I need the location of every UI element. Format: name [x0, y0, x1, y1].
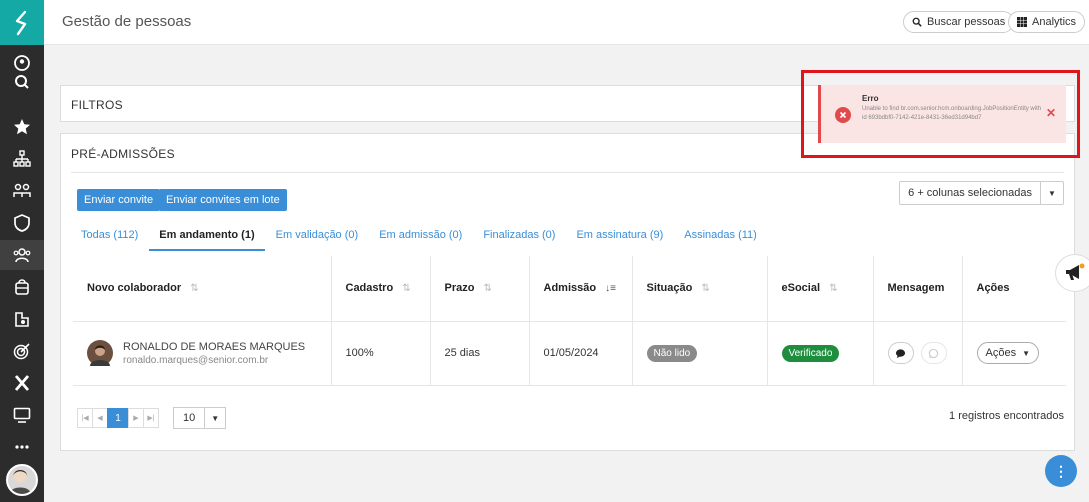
shield-icon[interactable] [0, 208, 44, 238]
prazo-cell: 25 dias [430, 321, 530, 386]
page-number[interactable]: 1 [107, 408, 129, 428]
tab-em-assinatura[interactable]: Em assinatura (9) [576, 229, 663, 251]
tab-em-validacao[interactable]: Em validação (0) [276, 229, 359, 251]
sort-icon[interactable]: ⇅ [402, 283, 410, 294]
col-cadastro[interactable]: Cadastro ⇅ [331, 256, 431, 322]
analytics-button[interactable]: Analytics [1008, 11, 1086, 33]
caret-down-icon: ▼ [1048, 188, 1056, 198]
star-icon[interactable] [0, 112, 44, 142]
sort-icon[interactable]: ⇅ [190, 283, 198, 294]
more-actions-fab[interactable]: ⋮ [1045, 455, 1077, 487]
person-name[interactable]: RONALDO DE MORAES MARQUES [123, 341, 305, 353]
status-tabs: Todas (112) Em andamento (1) Em validaçã… [81, 229, 778, 251]
page-title: Gestão de pessoas [62, 13, 192, 30]
acoes-label: Ações [985, 347, 1017, 359]
sort-desc-icon[interactable]: ↓≡ [605, 283, 616, 294]
filters-title: FILTROS [71, 98, 123, 112]
sort-icon[interactable]: ⇅ [484, 283, 492, 294]
whatsapp-button[interactable] [920, 342, 947, 364]
toast-message: Unable to find br.com.senior.hcm.onboard… [862, 106, 1042, 121]
tab-assinadas[interactable]: Assinadas (11) [684, 229, 757, 251]
search-icon [912, 17, 922, 27]
divider [71, 172, 1064, 173]
send-batch-invites-button[interactable]: Enviar convites em lote [159, 189, 287, 211]
tab-todas[interactable]: Todas (112) [81, 229, 138, 251]
app-logo[interactable] [0, 0, 44, 45]
col-acoes: Ações [962, 256, 1066, 322]
more-icon[interactable] [0, 432, 44, 462]
col-mensagem: Mensagem [873, 256, 963, 322]
error-icon [835, 107, 851, 123]
feedback-button[interactable] [1055, 254, 1089, 292]
search-people-label: Buscar pessoas [927, 16, 1006, 28]
tab-em-admissao[interactable]: Em admissão (0) [379, 229, 462, 251]
per-page-select[interactable]: 10 ▼ [173, 407, 227, 429]
people-management-icon[interactable] [0, 240, 44, 270]
caret-down-icon: ▼ [1022, 348, 1030, 358]
error-toast: Erro Unable to find br.com.senior.hcm.on… [818, 85, 1066, 143]
next-page-icon[interactable]: ▶ [128, 408, 144, 428]
esocial-badge: Verificado [781, 344, 840, 362]
col-esocial[interactable]: eSocial ⇅ [767, 256, 874, 322]
org-chart-icon[interactable] [0, 144, 44, 174]
pre-admissions-title: PRÉ-ADMISSÕES [71, 147, 175, 161]
pre-admissions-table: Novo colaborador ⇅ Cadastro ⇅ Prazo ⇅ Ad… [73, 256, 1066, 386]
grid-icon [1017, 17, 1027, 27]
prev-page-icon[interactable]: ◀ [92, 408, 108, 428]
chat-message-button[interactable] [887, 342, 914, 364]
sort-icon[interactable]: ⇅ [701, 283, 709, 294]
monitor-icon[interactable] [0, 400, 44, 430]
clipboard-user-icon[interactable] [0, 304, 44, 334]
vertical-dots-icon: ⋮ [1054, 462, 1068, 479]
person-cell: RONALDO DE MORAES MARQUES ronaldo.marque… [87, 340, 331, 366]
whatsapp-icon [928, 348, 939, 358]
pagination: |◀ ◀ 1 ▶ ▶| 10 ▼ [77, 407, 227, 429]
columns-select[interactable]: 6 + colunas selecionadas ▼ [899, 181, 1064, 205]
chat-icon [895, 348, 906, 358]
search-icon[interactable] [0, 75, 44, 100]
logo-icon [15, 10, 27, 35]
per-page-value: 10 [174, 408, 206, 428]
user-avatar[interactable] [6, 464, 38, 496]
sort-icon[interactable]: ⇅ [829, 283, 837, 294]
situacao-badge: Não lido [646, 344, 698, 362]
table-header-row: Novo colaborador ⇅ Cadastro ⇅ Prazo ⇅ Ad… [73, 256, 1066, 322]
bag-icon[interactable] [0, 272, 44, 302]
search-people-button[interactable]: Buscar pessoas [903, 11, 1015, 33]
first-page-icon[interactable]: |◀ [77, 408, 93, 428]
acoes-dropdown[interactable]: Ações ▼ [976, 342, 1039, 364]
close-icon[interactable]: ✕ [1046, 106, 1056, 120]
sidebar [0, 0, 44, 502]
target-icon[interactable] [0, 336, 44, 366]
person-email: ronaldo.marques@senior.com.br [123, 354, 269, 366]
cadastro-cell: 100% [331, 321, 431, 386]
top-header: Gestão de pessoas Buscar pessoas Analyti… [44, 0, 1089, 45]
megaphone-icon [1066, 263, 1085, 280]
last-page-icon[interactable]: ▶| [143, 408, 159, 428]
admissao-cell: 01/05/2024 [529, 321, 633, 386]
send-invite-button[interactable]: Enviar convite [77, 189, 161, 211]
col-prazo[interactable]: Prazo ⇅ [430, 256, 530, 322]
col-novo-colaborador[interactable]: Novo colaborador ⇅ [73, 256, 332, 322]
person-avatar [87, 340, 113, 366]
x-icon[interactable] [0, 368, 44, 398]
table-row: RONALDO DE MORAES MARQUES ronaldo.marque… [73, 321, 1066, 386]
col-admissao[interactable]: Admissão ↓≡ [529, 256, 633, 322]
records-count: 1 registros encontrados [949, 410, 1064, 422]
col-situacao[interactable]: Situação ⇅ [632, 256, 768, 322]
columns-select-label: 6 + colunas selecionadas [900, 182, 1041, 204]
tab-finalizadas[interactable]: Finalizadas (0) [483, 229, 555, 251]
pre-admissions-panel: PRÉ-ADMISSÕES Enviar convite Enviar conv… [60, 133, 1075, 451]
tab-em-andamento[interactable]: Em andamento (1) [149, 229, 266, 251]
caret-down-icon: ▼ [211, 413, 220, 423]
toast-title: Erro [862, 94, 879, 103]
analytics-label: Analytics [1032, 16, 1077, 28]
team-icon[interactable] [0, 176, 44, 206]
